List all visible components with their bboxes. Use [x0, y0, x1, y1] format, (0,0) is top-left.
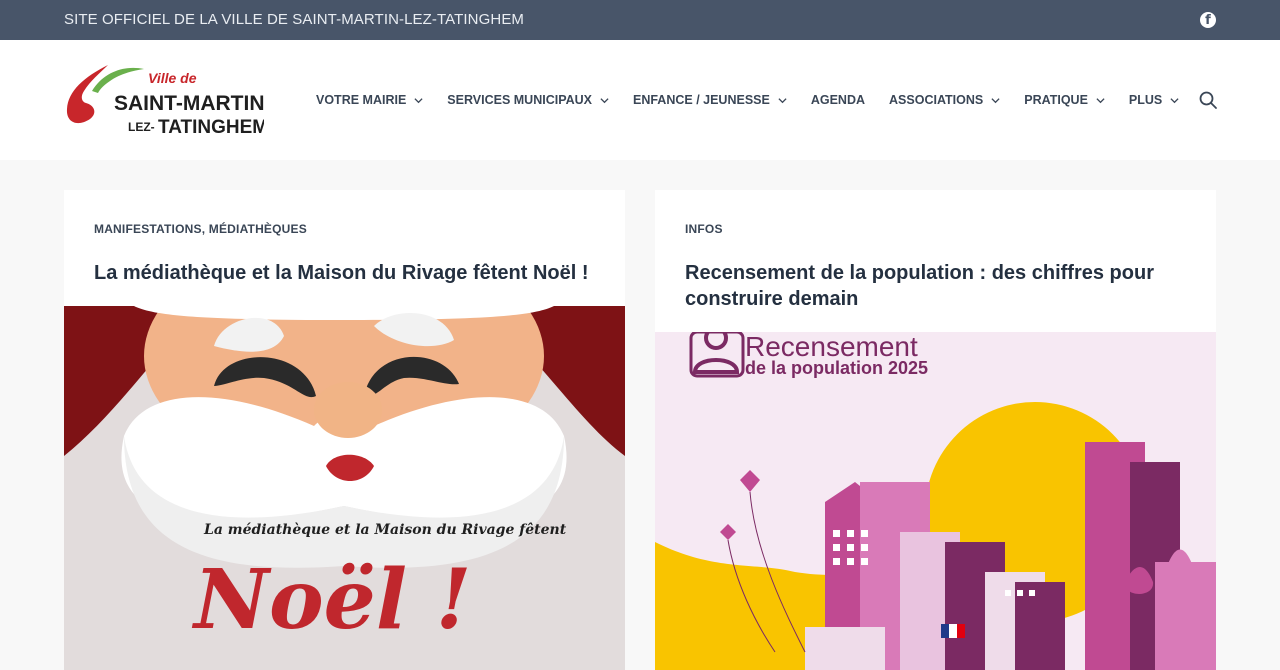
image-subline: de la population 2025 [745, 358, 928, 378]
category-link[interactable]: MANIFESTATIONS [94, 222, 202, 236]
main-nav: VOTRE MAIRIE SERVICES MUNICIPAUX ENFANCE… [304, 40, 1191, 160]
logo-line1: Ville de [148, 70, 197, 86]
nav-agenda[interactable]: AGENDA [799, 80, 877, 120]
category-link[interactable]: MÉDIATHÈQUES [209, 222, 307, 236]
nav-plus[interactable]: PLUS [1117, 80, 1191, 120]
post-card-recensement: INFOS Recensement de la population : des… [655, 190, 1216, 670]
search-icon[interactable] [1198, 90, 1218, 110]
nav-pratique[interactable]: PRATIQUE [1012, 80, 1117, 120]
logo-line3: TATINGHEM [158, 117, 264, 137]
category-separator: , [201, 222, 209, 236]
nav-services-municipaux[interactable]: SERVICES MUNICIPAUX [435, 80, 621, 120]
nav-label: ENFANCE / JEUNESSE [633, 93, 770, 107]
post-categories: INFOS [685, 222, 723, 236]
site-header: Ville de SAINT-MARTIN LEZ- TATINGHEM VOT… [0, 40, 1280, 160]
post-image-recensement[interactable]: Recensement de la population 2025 [655, 332, 1216, 670]
image-headline: Noël ! [191, 552, 472, 648]
nav-label: VOTRE MAIRIE [316, 93, 407, 107]
nav-enfance-jeunesse[interactable]: ENFANCE / JEUNESSE [621, 80, 799, 120]
post-categories: MANIFESTATIONS, MÉDIATHÈQUES [94, 222, 307, 236]
nav-label: SERVICES MUNICIPAUX [447, 93, 592, 107]
chevron-down-icon [1170, 97, 1179, 103]
chevron-down-icon [778, 97, 787, 103]
logo-line2: SAINT-MARTIN [114, 92, 264, 115]
nav-votre-mairie[interactable]: VOTRE MAIRIE [304, 80, 435, 120]
category-link[interactable]: INFOS [685, 222, 723, 236]
nav-label: ASSOCIATIONS [889, 93, 984, 107]
top-bar: SITE OFFICIEL DE LA VILLE DE SAINT-MARTI… [0, 0, 1280, 40]
nav-label: AGENDA [810, 93, 866, 107]
nav-label: PLUS [1128, 93, 1163, 107]
chevron-down-icon [991, 97, 1000, 103]
chevron-down-icon [600, 97, 609, 103]
post-title[interactable]: Recensement de la population : des chiff… [685, 260, 1185, 312]
chevron-down-icon [414, 97, 423, 103]
site-logo[interactable]: Ville de SAINT-MARTIN LEZ- TATINGHEM [64, 63, 268, 138]
nav-label: PRATIQUE [1024, 93, 1088, 107]
facebook-icon[interactable]: f [1200, 12, 1216, 28]
chevron-down-icon [1096, 97, 1105, 103]
logo-line3-prefix: LEZ- [128, 120, 155, 134]
post-title[interactable]: La médiathèque et la Maison du Rivage fê… [94, 260, 594, 286]
nav-associations[interactable]: ASSOCIATIONS [877, 80, 1012, 120]
post-image-noel[interactable]: La médiathèque et la Maison du Rivage fê… [64, 306, 625, 670]
site-title: SITE OFFICIEL DE LA VILLE DE SAINT-MARTI… [64, 11, 525, 28]
image-subtitle: La médiathèque et la Maison du Rivage fê… [203, 522, 567, 538]
post-card-noel: MANIFESTATIONS, MÉDIATHÈQUES La médiathè… [64, 190, 625, 670]
